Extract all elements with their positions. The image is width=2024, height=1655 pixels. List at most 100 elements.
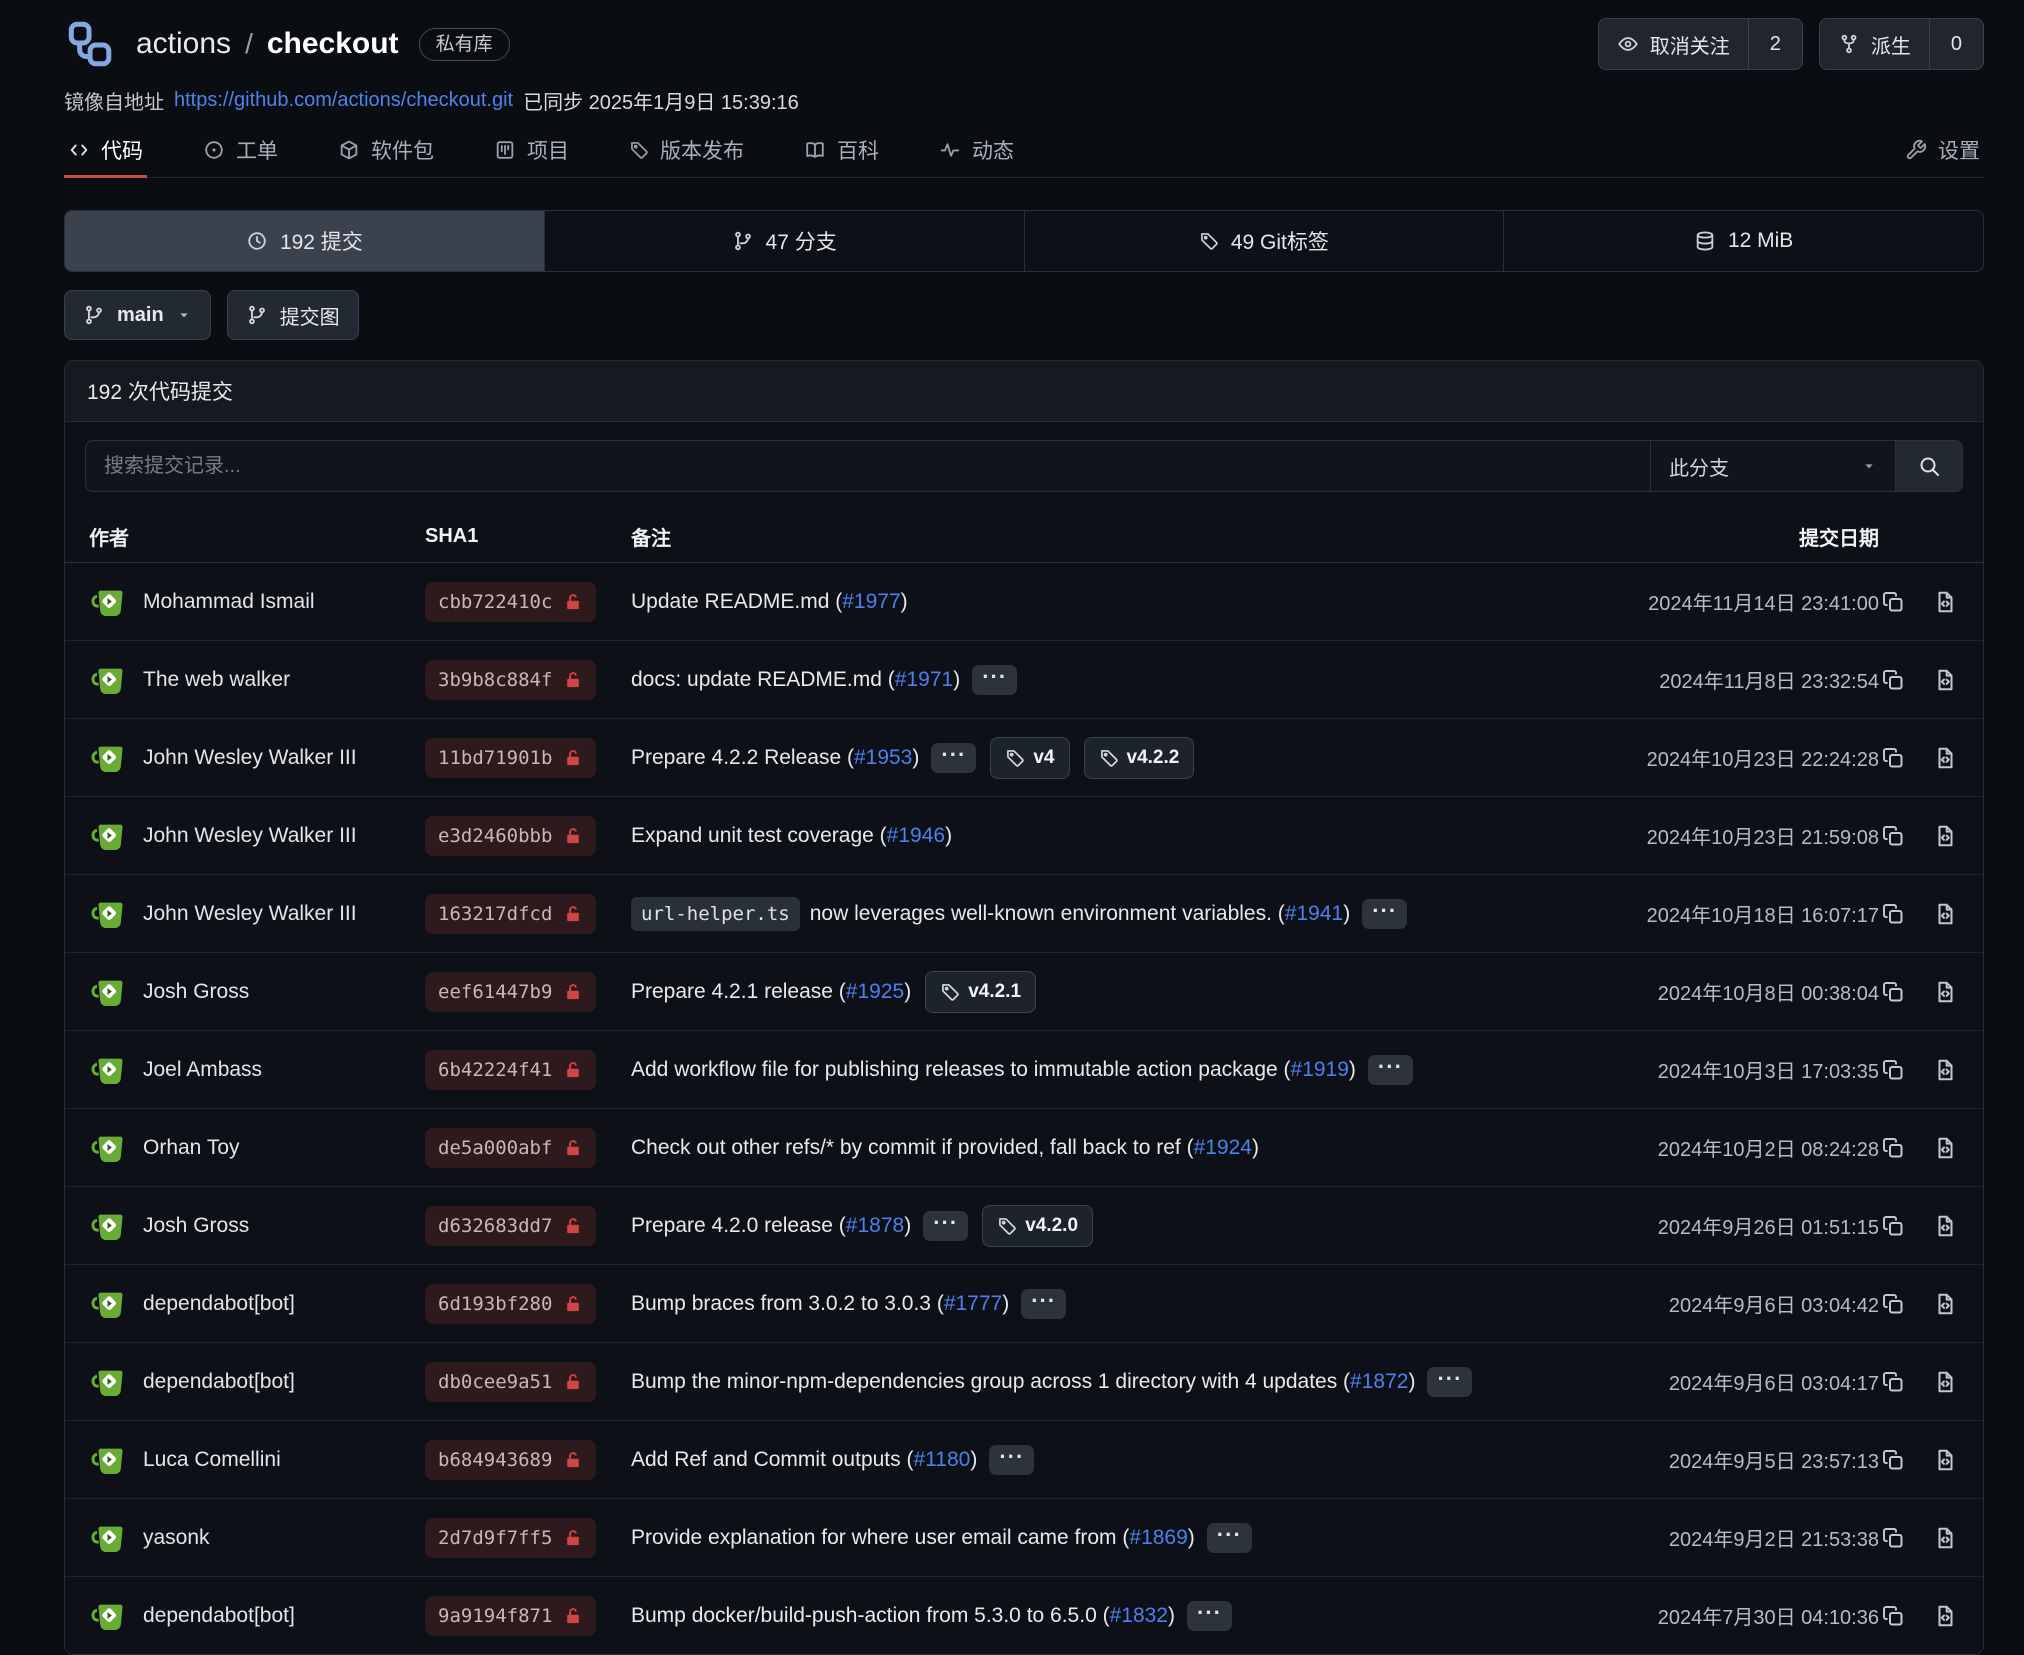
- commit-sha-badge[interactable]: 6b42224f41: [425, 1050, 596, 1090]
- issue-link[interactable]: #1977: [842, 590, 900, 614]
- issue-link[interactable]: #1946: [887, 824, 945, 848]
- version-tag-chip[interactable]: v4.2.0: [982, 1205, 1093, 1247]
- expand-commit-button[interactable]: ···: [1187, 1601, 1232, 1631]
- browse-source-icon[interactable]: [1933, 668, 1957, 692]
- browse-source-icon[interactable]: [1933, 1604, 1957, 1628]
- avatar[interactable]: [89, 738, 129, 778]
- tab-wiki[interactable]: 百科: [800, 125, 883, 178]
- expand-commit-button[interactable]: ···: [1362, 899, 1407, 929]
- tab-issues[interactable]: 工单: [199, 125, 282, 178]
- browse-source-icon[interactable]: [1933, 1214, 1957, 1238]
- stat-tags[interactable]: 49 Git标签: [1024, 211, 1504, 271]
- expand-commit-button[interactable]: ···: [989, 1445, 1034, 1475]
- expand-commit-button[interactable]: ···: [923, 1211, 968, 1241]
- branch-selector[interactable]: main: [64, 290, 211, 340]
- expand-commit-button[interactable]: ···: [972, 665, 1017, 695]
- expand-commit-button[interactable]: ···: [1021, 1289, 1066, 1319]
- expand-commit-button[interactable]: ···: [1368, 1055, 1413, 1085]
- issue-link[interactable]: #1872: [1350, 1370, 1408, 1394]
- avatar[interactable]: [89, 1362, 129, 1402]
- copy-sha-icon[interactable]: [1881, 668, 1905, 692]
- issue-link[interactable]: #1180: [913, 1448, 970, 1472]
- fork-count[interactable]: 0: [1929, 19, 1983, 69]
- commit-sha-badge[interactable]: db0cee9a51: [425, 1362, 596, 1402]
- search-button[interactable]: [1895, 441, 1962, 491]
- avatar[interactable]: [89, 1206, 129, 1246]
- copy-sha-icon[interactable]: [1881, 1214, 1905, 1238]
- copy-sha-icon[interactable]: [1881, 746, 1905, 770]
- copy-sha-icon[interactable]: [1881, 902, 1905, 926]
- issue-link[interactable]: #1925: [846, 980, 904, 1004]
- commit-sha-badge[interactable]: d632683dd7: [425, 1206, 596, 1246]
- browse-source-icon[interactable]: [1933, 902, 1957, 926]
- version-tag-chip[interactable]: v4.2.1: [925, 971, 1036, 1013]
- commit-sha-badge[interactable]: e3d2460bbb: [425, 816, 596, 856]
- stat-commits[interactable]: 192 提交: [65, 211, 544, 271]
- commit-sha-badge[interactable]: 3b9b8c884f: [425, 660, 596, 700]
- issue-link[interactable]: #1832: [1110, 1604, 1168, 1628]
- browse-source-icon[interactable]: [1933, 1292, 1957, 1316]
- issue-link[interactable]: #1878: [846, 1214, 904, 1238]
- avatar[interactable]: [89, 1050, 129, 1090]
- issue-link[interactable]: #1869: [1129, 1526, 1187, 1550]
- browse-source-icon[interactable]: [1933, 1370, 1957, 1394]
- browse-source-icon[interactable]: [1933, 824, 1957, 848]
- commit-sha-badge[interactable]: b684943689: [425, 1440, 596, 1480]
- commit-sha-badge[interactable]: 2d7d9f7ff5: [425, 1518, 596, 1558]
- avatar[interactable]: [89, 894, 129, 934]
- issue-link[interactable]: #1777: [944, 1292, 1002, 1316]
- watch-count[interactable]: 2: [1748, 19, 1802, 69]
- commit-sha-badge[interactable]: de5a000abf: [425, 1128, 596, 1168]
- copy-sha-icon[interactable]: [1881, 1448, 1905, 1472]
- commit-sha-badge[interactable]: 6d193bf280: [425, 1284, 596, 1324]
- fork-button[interactable]: 派生 0: [1819, 18, 1984, 70]
- copy-sha-icon[interactable]: [1881, 824, 1905, 848]
- copy-sha-icon[interactable]: [1881, 1370, 1905, 1394]
- mirror-url-link[interactable]: https://github.com/actions/checkout.git: [174, 89, 513, 112]
- tab-packages[interactable]: 软件包: [334, 125, 438, 178]
- avatar[interactable]: [89, 816, 129, 856]
- tab-projects[interactable]: 项目: [490, 125, 573, 178]
- commit-search-input[interactable]: [86, 441, 1650, 491]
- copy-sha-icon[interactable]: [1881, 980, 1905, 1004]
- browse-source-icon[interactable]: [1933, 1526, 1957, 1550]
- copy-sha-icon[interactable]: [1881, 1604, 1905, 1628]
- copy-sha-icon[interactable]: [1881, 1136, 1905, 1160]
- branch-scope-dropdown[interactable]: 此分支: [1650, 441, 1895, 491]
- issue-link[interactable]: #1924: [1194, 1136, 1252, 1160]
- repo-name-link[interactable]: checkout: [267, 27, 399, 61]
- copy-sha-icon[interactable]: [1881, 590, 1905, 614]
- browse-source-icon[interactable]: [1933, 1058, 1957, 1082]
- browse-source-icon[interactable]: [1933, 980, 1957, 1004]
- avatar[interactable]: [89, 1284, 129, 1324]
- browse-source-icon[interactable]: [1933, 1136, 1957, 1160]
- version-tag-chip[interactable]: v4.2.2: [1084, 737, 1195, 779]
- stat-size[interactable]: 12 MiB: [1503, 211, 1983, 271]
- repo-owner-link[interactable]: actions: [136, 27, 231, 61]
- tab-releases[interactable]: 版本发布: [625, 125, 748, 178]
- browse-source-icon[interactable]: [1933, 590, 1957, 614]
- copy-sha-icon[interactable]: [1881, 1292, 1905, 1316]
- issue-link[interactable]: #1971: [895, 668, 953, 692]
- avatar[interactable]: [89, 1596, 129, 1636]
- avatar[interactable]: [89, 1518, 129, 1558]
- commit-sha-badge[interactable]: cbb722410c: [425, 582, 596, 622]
- copy-sha-icon[interactable]: [1881, 1526, 1905, 1550]
- site-logo-icon[interactable]: [64, 19, 114, 69]
- browse-source-icon[interactable]: [1933, 1448, 1957, 1472]
- expand-commit-button[interactable]: ···: [1207, 1523, 1252, 1553]
- commit-sha-badge[interactable]: 9a9194f871: [425, 1596, 596, 1636]
- version-tag-chip[interactable]: v4: [990, 737, 1069, 779]
- unwatch-button[interactable]: 取消关注 2: [1598, 18, 1803, 70]
- issue-link[interactable]: #1941: [1285, 902, 1343, 926]
- expand-commit-button[interactable]: ···: [1427, 1367, 1472, 1397]
- commit-graph-button[interactable]: 提交图: [227, 290, 359, 340]
- tab-settings[interactable]: 设置: [1901, 125, 1984, 178]
- tab-code[interactable]: 代码: [64, 125, 147, 178]
- avatar[interactable]: [89, 1128, 129, 1168]
- avatar[interactable]: [89, 972, 129, 1012]
- issue-link[interactable]: #1919: [1291, 1058, 1349, 1082]
- commit-sha-badge[interactable]: eef61447b9: [425, 972, 596, 1012]
- browse-source-icon[interactable]: [1933, 746, 1957, 770]
- commit-sha-badge[interactable]: 163217dfcd: [425, 894, 596, 934]
